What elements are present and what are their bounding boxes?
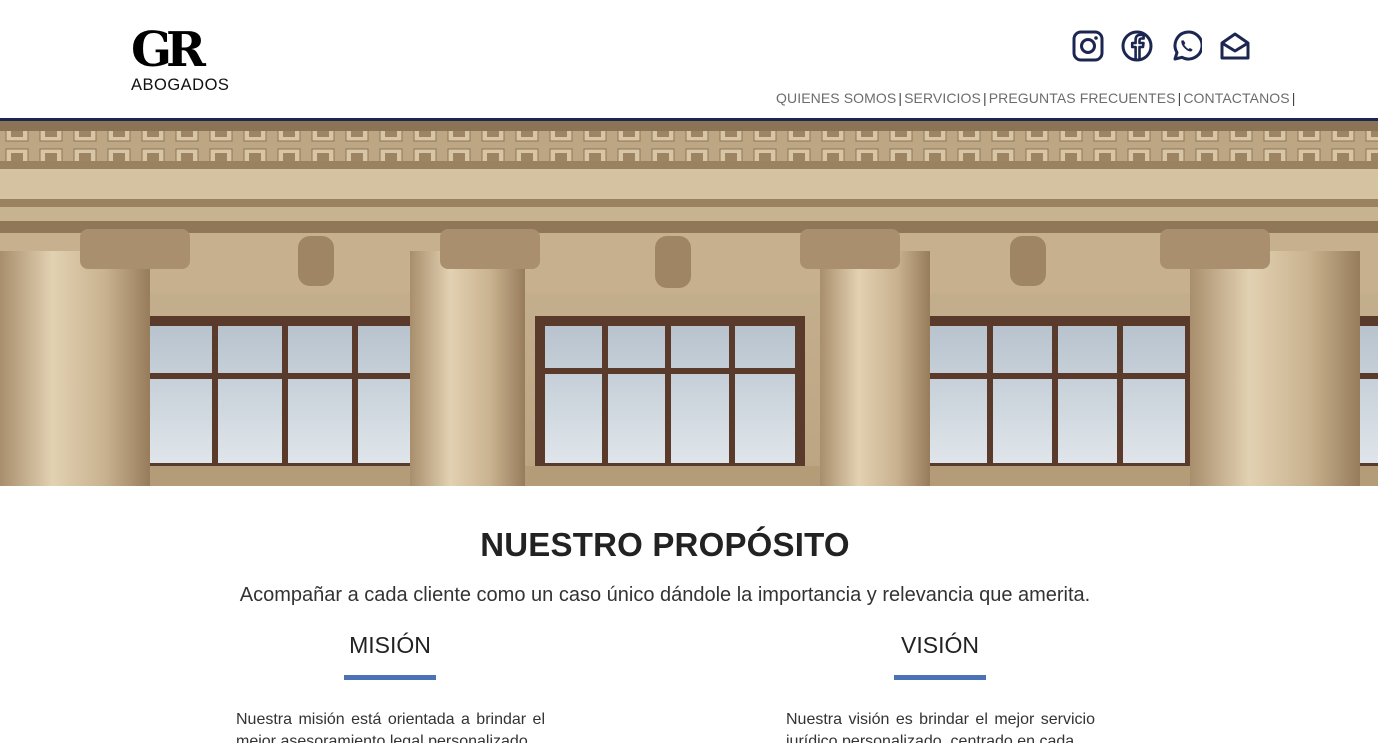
vision-title-underline — [894, 675, 986, 680]
building-facade-illustration — [0, 121, 1378, 486]
instagram-icon[interactable] — [1072, 29, 1104, 63]
nav-link-contactanos[interactable]: CONTACTANOS — [1183, 90, 1289, 106]
logo-subtitle: ABOGADOS — [131, 76, 230, 94]
main-nav: QUIENES SOMOS | SERVICIOS | PREGUNTAS FRECUE… — [776, 90, 1297, 106]
nav-separator: | — [1177, 90, 1182, 106]
nav-link-preguntas-frecuentes[interactable]: PREGUNTAS FRECUENTES — [989, 90, 1176, 106]
hero-image — [0, 121, 1378, 486]
purpose-title: NUESTRO PROPÓSITO — [480, 526, 850, 563]
nav-link-quienes-somos[interactable]: QUIENES SOMOS — [776, 90, 896, 106]
vision-text: Nuestra visión es brindar el mejor servi… — [786, 711, 1095, 743]
logo-mark: GR — [131, 22, 206, 78]
whatsapp-icon[interactable] — [1170, 29, 1202, 63]
mission-title: MISIÓN — [349, 632, 431, 658]
nav-separator: | — [898, 90, 903, 106]
nav-separator: | — [982, 90, 987, 106]
nav-separator: | — [1291, 90, 1296, 106]
mail-icon[interactable] — [1219, 29, 1251, 63]
mission-text: Nuestra misión está orientada a brindar … — [236, 711, 545, 743]
social-links — [1072, 29, 1251, 63]
vision-title: VISIÓN — [901, 632, 979, 658]
facebook-icon[interactable] — [1121, 29, 1153, 63]
purpose-subtitle: Acompañar a cada cliente como un caso ún… — [239, 584, 1091, 606]
site-header: GR ABOGADOS QUIENES SOMOS | SERVICIOS | … — [0, 0, 1378, 118]
mission-title-underline — [344, 675, 436, 680]
logo[interactable]: GR ABOGADOS — [131, 22, 231, 94]
nav-link-servicios[interactable]: SERVICIOS — [904, 90, 981, 106]
